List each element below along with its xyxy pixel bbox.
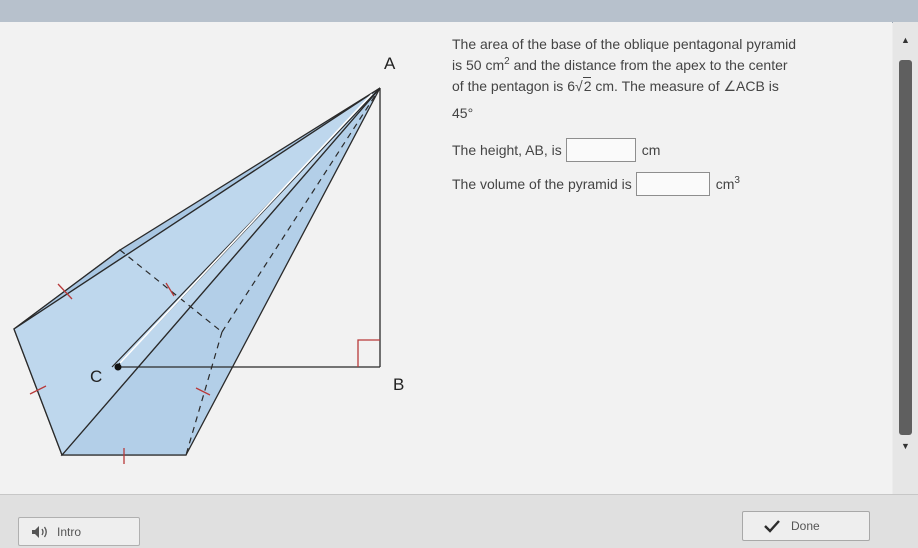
height-answer-row: The height, AB, is cm (452, 138, 882, 162)
question-line-3-prefix: of the pentagon is 6 (452, 78, 575, 94)
scroll-down-arrow-icon[interactable]: ▼ (893, 438, 918, 454)
volume-unit-sup: 3 (734, 174, 740, 186)
question-line-3-suffix: cm. The measure of ∠ACB is (591, 78, 779, 94)
done-button-label: Done (791, 519, 820, 533)
question-text: The area of the base of the oblique pent… (452, 34, 882, 196)
right-angle-marker (357, 339, 380, 367)
speaker-icon (31, 525, 49, 539)
question-line-1: The area of the base of the oblique pent… (452, 36, 797, 52)
center-point-c (114, 363, 122, 371)
pyramid-figure: A B C (0, 22, 440, 494)
question-line-2-suffix: and the distance from the apex to the ce… (509, 57, 788, 73)
sqrt-symbol: √ (575, 78, 583, 94)
volume-answer-input[interactable] (635, 172, 710, 196)
intro-button[interactable]: Intro (18, 517, 140, 546)
check-icon (763, 519, 781, 533)
height-unit: cm (641, 141, 661, 158)
point-label-c: C (90, 367, 103, 386)
point-label-b: B (393, 375, 405, 394)
height-answer-input[interactable] (565, 138, 636, 162)
window-top-bar (0, 0, 918, 23)
pyramid-diagram (13, 87, 381, 464)
scrollbar-thumb[interactable] (899, 60, 912, 435)
volume-unit: cm (715, 175, 735, 192)
question-line-3: of the pentagon is 6√2 cm. The measure o… (452, 76, 882, 97)
question-line-2: is 50 cm2 and the distance from the apex… (452, 55, 882, 76)
question-line-2-sup: 2 (504, 56, 510, 67)
volume-label: The volume of the pyramid is (452, 175, 632, 192)
footer-bar: Intro Done (0, 494, 918, 548)
question-line-2-prefix: is 50 cm (452, 57, 505, 73)
intro-button-label: Intro (57, 524, 82, 539)
done-button[interactable]: Done (742, 511, 870, 541)
question-line-4: 45° (452, 105, 474, 121)
height-label: The height, AB, is (452, 141, 562, 158)
point-label-a: A (384, 54, 396, 73)
scroll-up-arrow-icon[interactable]: ▲ (893, 32, 918, 48)
vertical-scrollbar[interactable]: ▲ ▼ (893, 22, 918, 494)
volume-answer-row: The volume of the pyramid is cm 3 (452, 172, 882, 196)
